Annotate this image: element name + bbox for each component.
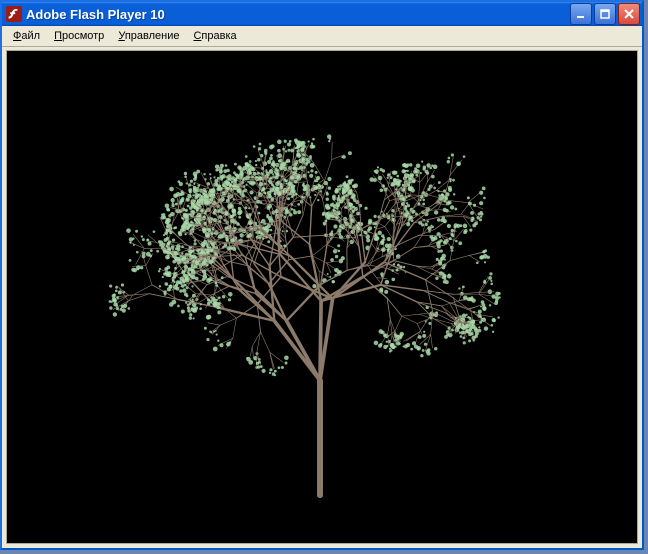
menubar: Файл Просмотр Управление Справка — [2, 26, 642, 47]
window-title: Adobe Flash Player 10 — [26, 7, 570, 22]
maximize-button[interactable] — [594, 3, 616, 25]
close-button[interactable] — [618, 3, 640, 25]
minimize-button[interactable] — [570, 3, 592, 25]
tree-render — [7, 51, 637, 543]
menu-help[interactable]: Справка — [186, 28, 243, 44]
flash-icon — [6, 6, 22, 22]
menu-file[interactable]: Файл — [6, 28, 47, 44]
flash-stage[interactable] — [6, 50, 638, 544]
window-controls — [570, 3, 640, 25]
menu-view[interactable]: Просмотр — [47, 28, 111, 44]
app-window: Adobe Flash Player 10 Файл Просмотр Упра… — [0, 0, 644, 550]
menu-control[interactable]: Управление — [111, 28, 186, 44]
titlebar[interactable]: Adobe Flash Player 10 — [2, 2, 642, 26]
